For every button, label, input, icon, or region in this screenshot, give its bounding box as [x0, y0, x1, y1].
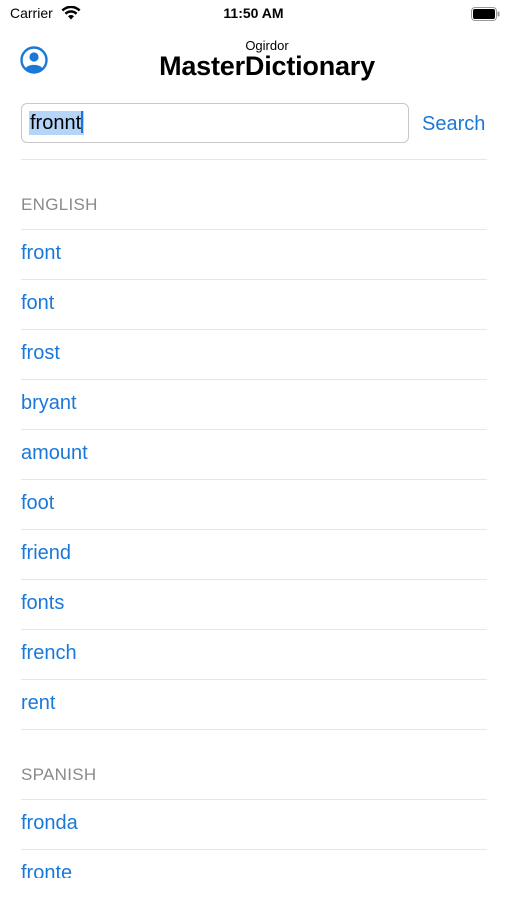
result-word: fronda	[21, 812, 78, 834]
list-item[interactable]: french	[21, 630, 487, 680]
list-item[interactable]: friend	[21, 530, 487, 580]
list-item[interactable]: fonts	[21, 580, 487, 630]
list-item[interactable]: rent	[21, 680, 487, 730]
result-word: frost	[21, 342, 60, 364]
result-word: fonts	[21, 592, 65, 614]
search-input[interactable]: fronnt	[21, 103, 409, 143]
list-item[interactable]: font	[21, 280, 487, 330]
search-button[interactable]: Search	[422, 113, 485, 136]
section-header-english: ENGLISH	[21, 160, 487, 230]
text-cursor	[81, 111, 84, 133]
status-bar: Carrier 11:50 AM	[0, 0, 507, 28]
section-title: ENGLISH	[21, 195, 98, 214]
search-text: fronnt	[30, 112, 82, 134]
screen: Carrier 11:50 AM Ogirdor MasterDictionar…	[0, 0, 507, 900]
result-word: french	[21, 642, 77, 664]
section-header-spanish: SPANISH	[21, 730, 487, 800]
result-word: front	[21, 242, 62, 264]
result-word: foot	[21, 492, 55, 514]
battery-icon	[471, 7, 500, 21]
result-word: fronte	[21, 862, 73, 878]
results-list[interactable]: ENGLISH front font frost bryant amount f…	[0, 160, 507, 878]
list-item[interactable]: fronte	[21, 850, 487, 878]
result-word: rent	[21, 692, 56, 714]
list-item[interactable]: frost	[21, 330, 487, 380]
result-word: amount	[21, 442, 88, 464]
result-word: font	[21, 292, 55, 314]
list-item[interactable]: foot	[21, 480, 487, 530]
list-item[interactable]: front	[21, 230, 487, 280]
search-input-value: fronnt	[29, 111, 85, 135]
list-item[interactable]: bryant	[21, 380, 487, 430]
result-word: bryant	[21, 392, 77, 414]
clock-time: 11:50 AM	[223, 5, 284, 21]
app-header: Ogirdor MasterDictionary	[0, 34, 507, 86]
list-item[interactable]: fronda	[21, 800, 487, 850]
app-title: MasterDictionary	[159, 51, 375, 81]
result-word: friend	[21, 542, 72, 564]
list-item[interactable]: amount	[21, 430, 487, 480]
section-title: SPANISH	[21, 765, 97, 784]
